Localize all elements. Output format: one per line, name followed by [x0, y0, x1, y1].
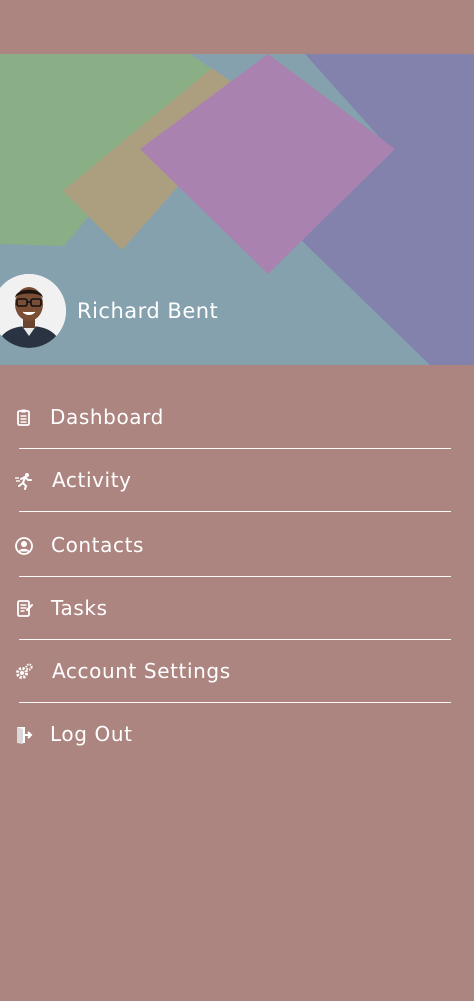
- menu-label: Activity: [52, 468, 132, 492]
- menu-item-contacts[interactable]: Contacts: [0, 512, 474, 577]
- running-person-icon: [14, 471, 34, 491]
- menu-item-tasks[interactable]: Tasks: [0, 577, 474, 640]
- menu-label: Log Out: [50, 722, 133, 746]
- drawer-header: [0, 54, 474, 365]
- drawer-menu: Dashboard Activity Contacts Tasks Accoun…: [0, 386, 474, 766]
- menu-label: Tasks: [51, 596, 108, 620]
- gears-icon: [14, 662, 34, 682]
- logout-door-icon: [14, 725, 34, 745]
- user-name[interactable]: Richard Bent: [77, 299, 218, 323]
- menu-label: Dashboard: [50, 405, 164, 429]
- menu-item-log-out[interactable]: Log Out: [0, 703, 474, 766]
- menu-label: Account Settings: [52, 659, 231, 683]
- status-bar: [0, 0, 474, 54]
- menu-item-dashboard[interactable]: Dashboard: [0, 386, 474, 449]
- avatar[interactable]: [0, 274, 66, 348]
- clipboard-icon: [14, 408, 34, 428]
- menu-label: Contacts: [51, 533, 145, 557]
- task-list-icon: [14, 599, 34, 619]
- avatar-portrait-icon: [0, 274, 66, 348]
- user-circle-icon: [14, 536, 34, 556]
- menu-item-activity[interactable]: Activity: [0, 449, 474, 512]
- menu-item-account-settings[interactable]: Account Settings: [0, 640, 474, 703]
- header-geometric-background: [0, 54, 474, 365]
